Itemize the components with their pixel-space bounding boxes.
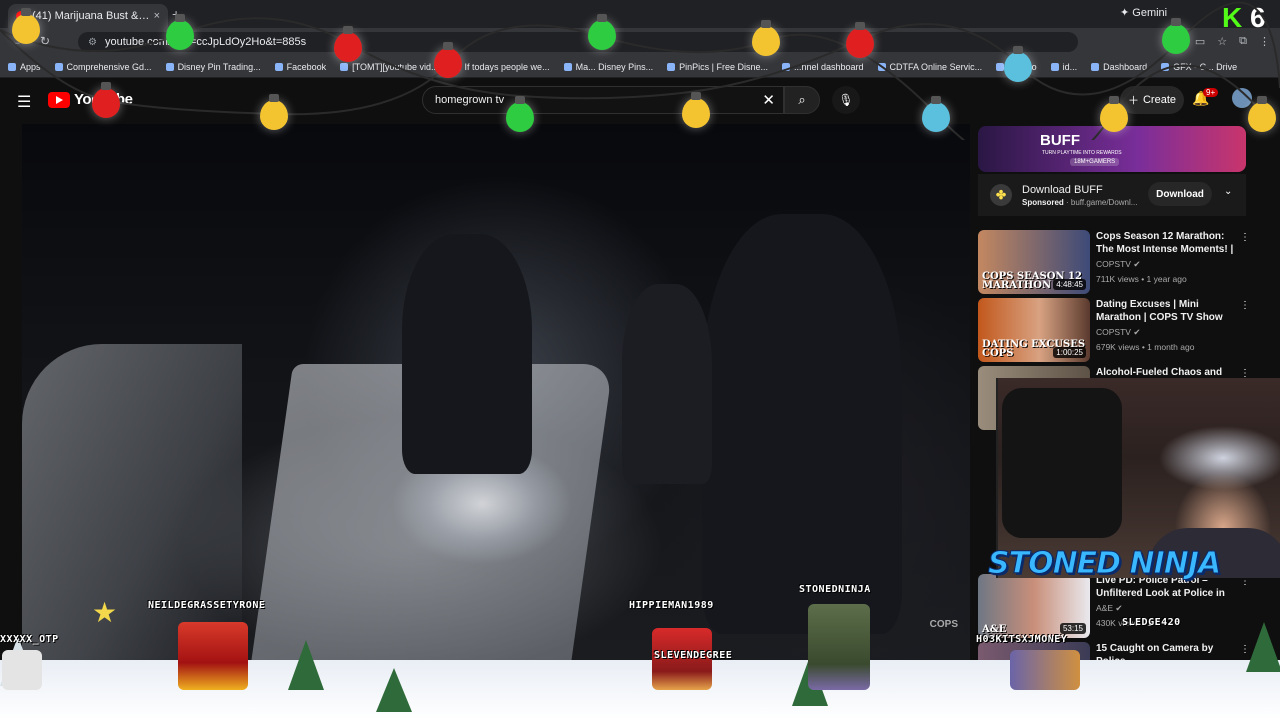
ad-sponsored: Sponsored — [1022, 197, 1064, 207]
ad-tagline: TURN PLAYTIME INTO REWARDS — [1042, 150, 1122, 156]
streamer-banner: STONED NINJA — [988, 546, 1222, 582]
video-info: Cops Season 12 Marathon: The Most Intens… — [1096, 230, 1234, 284]
video-meta: 679K views • 1 month ago — [1096, 342, 1195, 352]
ad-text: Download BUFF Sponsored · buff.game/Down… — [1022, 184, 1137, 207]
lights-wire — [0, 1, 1280, 140]
light-bulb-icon — [1004, 46, 1032, 82]
ad-title: Download BUFF — [1022, 183, 1103, 196]
character-sprite — [178, 622, 248, 690]
video-title[interactable]: 15 Caught on Camera by Police — [1096, 642, 1234, 660]
light-bulb-icon — [92, 82, 120, 118]
light-bulb-icon — [922, 96, 950, 132]
video-thumbnail[interactable]: A&E 53:15 — [978, 574, 1090, 638]
duration-badge: 53:15 — [1059, 623, 1086, 634]
screen: (41) Marijuana Bust & Fugiti × + ✦ Gemin… — [0, 0, 1280, 720]
chat-username: STONEDNINJA — [799, 584, 871, 595]
light-bulb-icon — [1162, 18, 1190, 54]
chat-username: H03KITSXJMONEY — [976, 634, 1068, 645]
star-icon: ★ — [92, 597, 118, 628]
channel-name[interactable]: A&E ✔ — [1096, 603, 1234, 614]
tree-icon — [376, 668, 412, 712]
verified-icon: ✔ — [1133, 327, 1141, 337]
more-vert-icon[interactable]: ⋮ — [1240, 232, 1250, 243]
thumbnail-text: A&E — [982, 624, 1007, 635]
ad-subline: Sponsored · buff.game/Downl... — [1022, 197, 1138, 207]
chat-username: HIPPIEMAN1989 — [629, 600, 714, 611]
channel-name[interactable]: COPSTV ✔ — [1096, 259, 1234, 270]
video-officer-right — [702, 214, 902, 634]
light-bulb-icon — [260, 94, 288, 130]
light-bulb-icon — [682, 92, 710, 128]
channel-label: COPSTV — [1096, 259, 1131, 269]
video-card-2[interactable]: DATING EXCUSES COPS 1:00:25 Dating Excus… — [978, 298, 1250, 362]
light-bulb-icon — [166, 14, 194, 50]
video-card-4[interactable]: A&E 53:15 Live PD: Police Patrol – Unfil… — [978, 574, 1250, 638]
video-meta: 711K views • 1 year ago — [1096, 274, 1187, 284]
character-sprite — [808, 604, 870, 690]
tree-icon — [1246, 622, 1280, 672]
buff-logo-icon: ✤ — [990, 184, 1012, 206]
light-bulb-icon — [752, 20, 780, 56]
video-title[interactable]: Cops Season 12 Marathon: The Most Intens… — [1096, 230, 1234, 256]
video-thumbnail[interactable]: COPS SEASON 12 MARATHON 4:48:45 — [978, 230, 1090, 294]
light-bulb-icon — [1248, 96, 1276, 132]
video-player[interactable]: COPS — [22, 124, 970, 660]
video-suspect — [622, 284, 712, 484]
ad-domain: buff.game/Downl... — [1070, 197, 1138, 207]
channel-name[interactable]: COPSTV ✔ — [1096, 327, 1234, 338]
duration-badge: 1:00:25 — [1053, 347, 1086, 358]
video-car-front — [22, 344, 242, 660]
cops-watermark: COPS — [929, 619, 958, 630]
video-card-1[interactable]: COPS SEASON 12 MARATHON 4:48:45 Cops Sea… — [978, 230, 1250, 294]
character-sprite — [1010, 650, 1080, 690]
light-bulb-icon — [12, 8, 40, 44]
chat-username: NEILDEGRASSETYRONE — [148, 600, 266, 611]
video-info: 15 Caught on Camera by Police — [1096, 642, 1234, 660]
video-thumbnail[interactable]: DATING EXCUSES COPS 1:00:25 — [978, 298, 1090, 362]
chevron-down-icon[interactable]: ⌄ — [1224, 186, 1232, 197]
chat-username: XXXXX_OTP — [0, 634, 59, 645]
ad-pill: 18M+GAMERS — [1070, 158, 1120, 166]
verified-icon: ✔ — [1115, 603, 1123, 613]
light-bulb-icon — [588, 14, 616, 50]
more-vert-icon[interactable]: ⋮ — [1240, 300, 1250, 311]
channel-label: A&E — [1096, 603, 1114, 613]
chat-username: SLEVENDEGREE — [654, 650, 733, 661]
video-title[interactable]: Dating Excuses | Mini Marathon | COPS TV… — [1096, 298, 1234, 324]
ad-card[interactable]: ✤ Download BUFF Sponsored · buff.game/Do… — [978, 174, 1246, 216]
chat-username: SLEDGE420 — [1122, 617, 1181, 628]
duration-badge: 4:48:45 — [1053, 279, 1086, 290]
webcam-chair — [1002, 388, 1122, 538]
light-bulb-icon — [434, 42, 462, 78]
light-bulb-icon — [1100, 96, 1128, 132]
light-bulb-icon — [846, 22, 874, 58]
channel-label: COPSTV — [1096, 327, 1131, 337]
video-info: Dating Excuses | Mini Marathon | COPS TV… — [1096, 298, 1234, 352]
tree-icon — [288, 640, 324, 690]
character-sprite — [2, 650, 42, 690]
verified-icon: ✔ — [1133, 259, 1141, 269]
video-officer-left — [402, 234, 532, 474]
light-bulb-icon — [506, 96, 534, 132]
download-button[interactable]: Download — [1148, 182, 1212, 206]
light-bulb-icon — [334, 26, 362, 62]
